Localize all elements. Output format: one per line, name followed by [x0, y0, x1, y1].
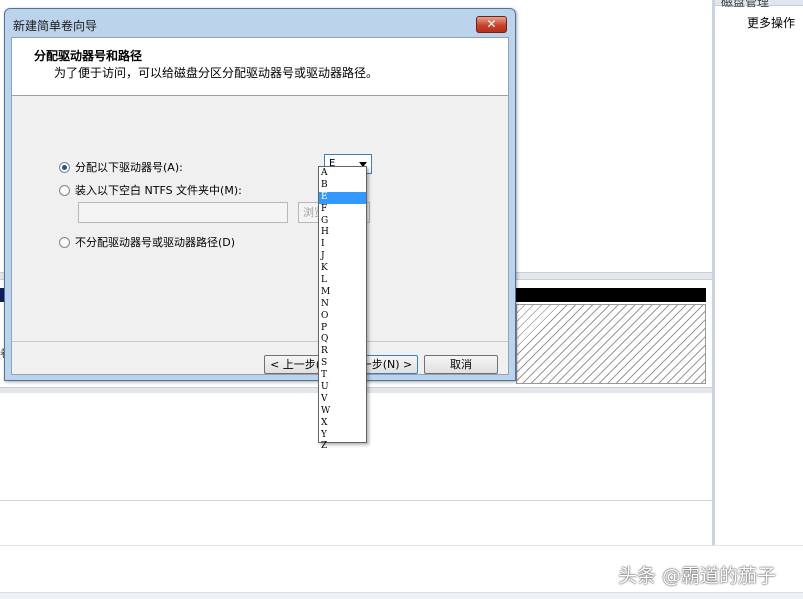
drive-letter-option[interactable]: F: [319, 204, 366, 216]
drive-letter-option[interactable]: X: [319, 418, 366, 430]
drive-letter-option[interactable]: L: [319, 275, 366, 287]
drive-letter-option[interactable]: Y: [319, 430, 366, 442]
dialog-body: 分配驱动器号和路径 为了便于访问，可以给磁盘分区分配驱动器号或驱动器路径。 分配…: [11, 37, 509, 375]
status-bar: [0, 592, 803, 599]
mount-folder-option[interactable]: 装入以下空白 NTFS 文件夹中(M):: [59, 182, 242, 198]
unallocated-volume-block[interactable]: [516, 304, 706, 384]
no-assign-label: 不分配驱动器号或驱动器路径(D): [75, 236, 236, 249]
drive-letter-option[interactable]: V: [319, 394, 366, 406]
drive-letter-dropdown-list[interactable]: ABEFGHIJKLMNOPQRSTUVWXYZ: [318, 166, 367, 451]
folder-path-input[interactable]: [78, 202, 288, 223]
drive-letter-option[interactable]: U: [319, 382, 366, 394]
footer-divider: [12, 341, 508, 342]
volume-header-bar: [516, 288, 706, 302]
drive-letter-option[interactable]: M: [319, 287, 366, 299]
radio-checked-icon[interactable]: [59, 162, 70, 173]
divider: [0, 500, 712, 501]
radio-unchecked-icon[interactable]: [59, 185, 70, 196]
no-assign-option[interactable]: 不分配驱动器号或驱动器路径(D): [59, 234, 235, 250]
assign-drive-letter-label: 分配以下驱动器号(A):: [75, 161, 183, 174]
radio-unchecked-icon[interactable]: [59, 237, 70, 248]
dialog-titlebar[interactable]: 新建简单卷向导 ✕: [5, 9, 515, 37]
drive-letter-option[interactable]: O: [319, 311, 366, 323]
close-icon: ✕: [486, 17, 497, 31]
drive-letter-option[interactable]: N: [319, 299, 366, 311]
mount-folder-label: 装入以下空白 NTFS 文件夹中(M):: [75, 184, 242, 197]
dialog-title: 新建简单卷向导: [13, 19, 98, 33]
close-button[interactable]: ✕: [476, 16, 507, 33]
drive-letter-option[interactable]: G: [319, 216, 366, 228]
drive-letter-option[interactable]: W: [319, 406, 366, 418]
wizard-page-title: 分配驱动器号和路径: [34, 49, 143, 63]
wizard-header: 分配驱动器号和路径 为了便于访问，可以给磁盘分区分配驱动器号或驱动器路径。: [12, 38, 508, 96]
watermark: 头条 @霸道的茄子: [618, 565, 777, 587]
drive-letter-option[interactable]: H: [319, 227, 366, 239]
cancel-button[interactable]: 取消: [424, 355, 498, 374]
drive-letter-option[interactable]: J: [319, 251, 366, 263]
more-actions-link[interactable]: 更多操作: [747, 14, 795, 31]
actions-panel-title: 磁盘管理: [721, 0, 770, 9]
actions-panel-header: 磁盘管理: [715, 0, 803, 9]
drive-letter-option[interactable]: Z: [319, 441, 366, 453]
drive-letter-option[interactable]: A: [319, 168, 366, 180]
drive-letter-option[interactable]: T: [319, 370, 366, 382]
wizard-page-subtitle: 为了便于访问，可以给磁盘分区分配驱动器号或驱动器路径。: [54, 66, 379, 80]
drive-letter-option[interactable]: B: [319, 180, 366, 192]
new-simple-volume-wizard: 新建简单卷向导 ✕ 分配驱动器号和路径 为了便于访问，可以给磁盘分区分配驱动器号…: [4, 8, 516, 381]
drive-letter-option[interactable]: S: [319, 358, 366, 370]
actions-panel: 磁盘管理 更多操作: [712, 0, 803, 545]
drive-letter-option[interactable]: R: [319, 346, 366, 358]
drive-letter-option[interactable]: E: [319, 191, 366, 204]
drive-letter-option[interactable]: P: [319, 323, 366, 335]
drive-letter-option[interactable]: Q: [319, 334, 366, 346]
drive-letter-option[interactable]: I: [319, 239, 366, 251]
drive-letter-option[interactable]: K: [319, 263, 366, 275]
assign-drive-letter-option[interactable]: 分配以下驱动器号(A):: [59, 159, 183, 175]
